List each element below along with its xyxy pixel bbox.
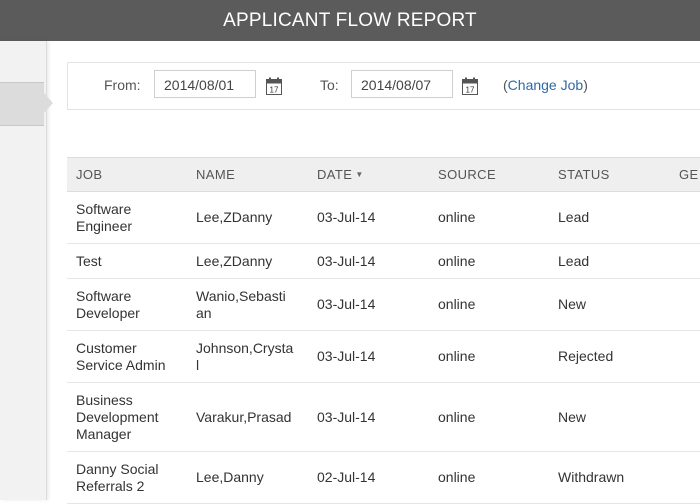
cell-job: Business Development Manager [67, 382, 187, 452]
cell-status: Lead [549, 243, 670, 279]
calendar-day-number: 17 [466, 86, 475, 95]
cell-job: Danny Social Referrals 2 [67, 451, 187, 504]
table-header-row: JOB NAME DATE ▼ SOURCE STATUS GE [67, 157, 700, 192]
table-row[interactable]: Business Development Manager Varakur,Pras… [67, 382, 700, 452]
cell-date: 02-Jul-14 [308, 451, 429, 504]
cell-gender [670, 278, 700, 331]
cell-gender [670, 243, 700, 279]
cell-gender [670, 382, 700, 452]
cell-job: Test [67, 243, 187, 279]
cell-name: Lee,Danny [187, 451, 308, 504]
cell-status: New [549, 382, 670, 452]
cell-source: online [429, 191, 549, 244]
column-header-status[interactable]: STATUS [549, 157, 670, 192]
to-label: To: [320, 77, 339, 93]
calendar-icon[interactable]: 17 [462, 77, 478, 95]
cell-status: Withdrawn [549, 451, 670, 504]
cell-date: 03-Jul-14 [308, 191, 429, 244]
caret-down-icon: ▼ [355, 170, 364, 179]
cell-date: 03-Jul-14 [308, 278, 429, 331]
calendar-day-number: 17 [270, 86, 279, 95]
applicant-table-wrap: JOB NAME DATE ▼ SOURCE STATUS GE Software… [67, 157, 700, 504]
cell-status: New [549, 278, 670, 331]
cell-gender [670, 191, 700, 244]
sidebar-active-tab[interactable] [0, 82, 44, 126]
cell-name: Varakur,Prasad [187, 382, 308, 452]
column-header-job[interactable]: JOB [67, 157, 187, 192]
change-job-link[interactable]: Change Job [508, 77, 584, 93]
cell-gender [670, 330, 700, 383]
table-row[interactable]: Danny Social Referrals 2 Lee,Danny 02-Jul-… [67, 451, 700, 504]
from-date-input[interactable]: 2014/08/01 [154, 70, 256, 98]
report-title-bar: APPLICANT FLOW REPORT [0, 0, 700, 41]
cell-date: 03-Jul-14 [308, 330, 429, 383]
cell-name: Wanio,Sebasti an [187, 278, 308, 331]
cell-job: Software Developer [67, 278, 187, 331]
to-date-input[interactable]: 2014/08/07 [351, 70, 453, 98]
table-row[interactable]: Software Engineer Lee,ZDanny 03-Jul-14 onli… [67, 191, 700, 244]
cell-status: Lead [549, 191, 670, 244]
cell-name: Lee,ZDanny [187, 191, 308, 244]
cell-source: online [429, 278, 549, 331]
page-title: APPLICANT FLOW REPORT [223, 9, 477, 31]
table-row[interactable]: Software Developer Wanio,Sebasti an 03-Jul… [67, 278, 700, 331]
column-header-date-label: DATE [317, 167, 353, 182]
cell-source: online [429, 451, 549, 504]
cell-gender [670, 451, 700, 504]
from-label: From: [104, 77, 141, 93]
change-job-wrapper: (Change Job) [503, 77, 588, 93]
change-job-close-paren: ) [583, 77, 588, 93]
cell-date: 03-Jul-14 [308, 382, 429, 452]
cell-source: online [429, 330, 549, 383]
cell-source: online [429, 243, 549, 279]
cell-job: Customer Service Admin [67, 330, 187, 383]
table-row[interactable]: Test Lee,ZDanny 03-Jul-14 online Lead [67, 243, 700, 279]
applicant-table: JOB NAME DATE ▼ SOURCE STATUS GE Software… [67, 157, 700, 504]
cell-job: Software Engineer [67, 191, 187, 244]
sidebar-tab-pointer [44, 93, 53, 113]
column-header-gender[interactable]: GE [670, 157, 700, 192]
column-header-date[interactable]: DATE ▼ [308, 157, 429, 192]
cell-name: Johnson,Crysta l [187, 330, 308, 383]
calendar-icon[interactable]: 17 [266, 77, 282, 95]
cell-status: Rejected [549, 330, 670, 383]
cell-date: 03-Jul-14 [308, 243, 429, 279]
column-header-source[interactable]: SOURCE [429, 157, 549, 192]
table-body: Software Engineer Lee,ZDanny 03-Jul-14 onli… [67, 191, 700, 504]
cell-source: online [429, 382, 549, 452]
cell-name: Lee,ZDanny [187, 243, 308, 279]
table-row[interactable]: Customer Service Admin Johnson,Crysta l 03… [67, 330, 700, 383]
column-header-name[interactable]: NAME [187, 157, 308, 192]
